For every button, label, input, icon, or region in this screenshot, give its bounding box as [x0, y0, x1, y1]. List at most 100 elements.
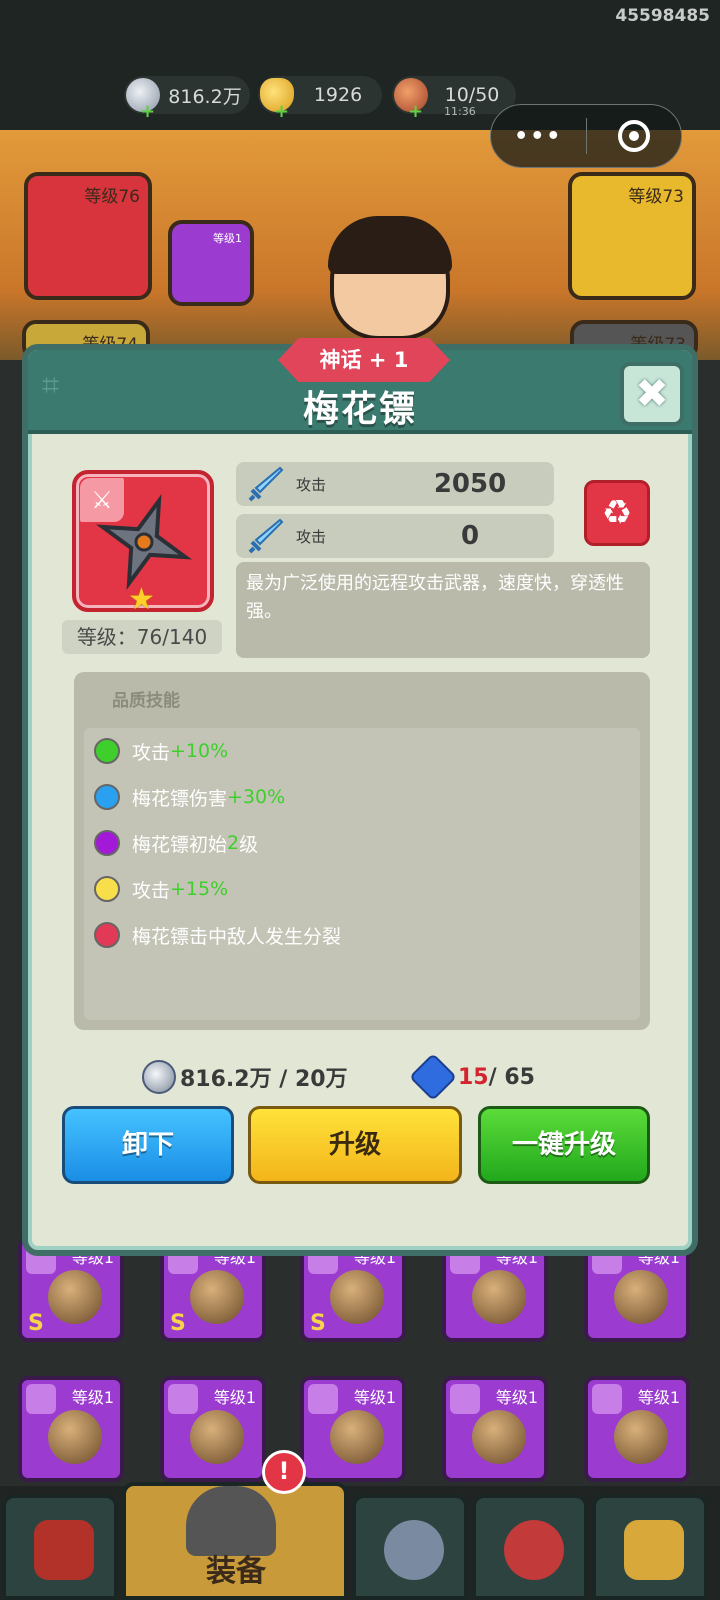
user-id: 45598485 — [615, 6, 710, 26]
weapon-slot[interactable]: 等级76 — [24, 172, 152, 300]
stat-value: 2050 — [433, 469, 507, 499]
item-title: 梅花镖 — [302, 389, 417, 430]
gem-cost-need: / 65 — [488, 1064, 535, 1090]
skill-text: 攻击 — [132, 741, 171, 764]
inventory-item-level: 等级1 — [495, 1388, 538, 1407]
inventory-item-level: 等级1 — [213, 1388, 256, 1407]
skill-dot-icon — [94, 830, 120, 856]
grade-badge: S — [28, 1311, 44, 1336]
shield-icon — [384, 1520, 444, 1580]
gold-plus-icon[interactable]: + — [274, 101, 289, 122]
skill-bonus: 2 — [227, 832, 240, 854]
skill-bonus: +15% — [170, 878, 229, 900]
skill-dot-icon — [94, 738, 120, 764]
miniprogram-capsule: ••• — [490, 104, 682, 168]
inventory-item[interactable]: 等级1 — [442, 1376, 548, 1482]
gold-value: 1926 — [313, 84, 363, 106]
grade-badge: S — [310, 1311, 326, 1336]
target-icon — [617, 120, 650, 152]
recycle-button[interactable]: ♻ — [584, 480, 650, 546]
item-icon-frame: ⚔ ★ — [72, 470, 214, 617]
tab-skills[interactable] — [352, 1494, 468, 1600]
skill-item: 梅花镖击中敌人发生分裂 — [94, 920, 341, 950]
tab-shop[interactable] — [2, 1494, 118, 1600]
equipment-icon — [330, 1270, 384, 1324]
skill-dot-icon — [94, 784, 120, 810]
equipment-icon — [190, 1410, 244, 1464]
close-button[interactable]: ✖ — [620, 362, 684, 426]
tab-equipment[interactable]: 装备 — [122, 1482, 348, 1600]
quality-skills-panel: 品质技能 攻击 +10% 梅花镖伤害 +30% 梅花镖初始 2 级攻击 +15% 梅花镖击中敌人… — [74, 672, 650, 1030]
skill-bonus: +10% — [170, 740, 229, 762]
skill-text: 梅花镖伤害 — [132, 787, 228, 810]
pet-slot[interactable]: 等级1 — [168, 220, 254, 306]
stamina-timer: 11:36 — [444, 105, 476, 118]
armor-slot[interactable]: 等级73 — [568, 172, 696, 300]
inventory-item-level: 等级1 — [637, 1388, 680, 1407]
silver-value: 816.2万 — [168, 85, 242, 108]
tab-equipment-label: 装备 — [206, 1554, 266, 1589]
stamina-counter[interactable]: 10/50 11:36 + — [392, 76, 516, 122]
gem-cost: 15 / 65 — [408, 1052, 535, 1102]
tab-pets[interactable] — [472, 1494, 588, 1600]
inventory-item[interactable]: 等级1 — [18, 1376, 124, 1482]
item-detail-modal: ⌗ 梅花镖 ✖ 神话 + 1 ⚔ ★ 等级：76/140 攻击 2050 攻击 … — [22, 338, 698, 1256]
skill-bonus: +30% — [227, 786, 286, 808]
inventory-item[interactable]: 等级1 — [160, 1376, 266, 1482]
bottom-nav: 装备 — [0, 1482, 720, 1600]
silver-cost-value: 816.2万 / 20万 — [180, 1067, 348, 1092]
sword-icon — [236, 514, 296, 558]
equipment-icon — [190, 1270, 244, 1324]
inventory-item-level: 等级1 — [353, 1388, 396, 1407]
skill-dot-icon — [94, 876, 120, 902]
one-click-upgrade-button[interactable]: 一键升级 — [478, 1106, 650, 1184]
item-level: 等级：76/140 — [62, 620, 222, 654]
gold-counter[interactable]: 1926 + — [258, 76, 382, 122]
item-type-icon — [592, 1384, 622, 1414]
stat-label: 攻击 — [296, 527, 327, 546]
inventory-item[interactable]: 等级1 — [300, 1376, 406, 1482]
item-type-icon — [450, 1384, 480, 1414]
stat-row: 攻击 2050 — [236, 462, 554, 506]
armor-slot-level: 等级73 — [628, 187, 684, 207]
inventory-item[interactable]: 等级1 — [584, 1376, 690, 1482]
silver-counter[interactable]: 816.2万 + — [124, 76, 250, 122]
stamina-plus-icon[interactable]: + — [408, 101, 423, 122]
item-type-icon — [168, 1384, 198, 1414]
silver-plus-icon[interactable]: + — [140, 101, 155, 122]
gate-icon — [34, 1520, 94, 1580]
skill-text: 梅花镖初始 — [132, 833, 228, 856]
more-menu-button[interactable]: ••• — [491, 124, 586, 149]
inventory-item-level: 等级1 — [71, 1388, 114, 1407]
skill-text: 攻击 — [132, 879, 171, 902]
shuriken-icon — [95, 493, 193, 591]
skill-suffix: 级 — [239, 833, 259, 856]
fist-icon — [624, 1520, 684, 1580]
item-description: 最为广泛使用的远程攻击武器，速度快，穿透性强。 — [236, 562, 650, 658]
tab-upgrade[interactable] — [592, 1494, 708, 1600]
skill-item: 攻击 +15% — [94, 874, 228, 904]
rooster-icon — [504, 1520, 564, 1580]
stat-value: 0 — [460, 521, 480, 551]
hero-avatar — [328, 216, 452, 340]
upgrade-button[interactable]: 升级 — [248, 1106, 462, 1184]
silver-cost: 816.2万 / 20万 — [142, 1060, 348, 1094]
equipment-icon — [330, 1410, 384, 1464]
sword-icon — [236, 462, 296, 506]
equipment-icon — [472, 1410, 526, 1464]
blue-gem-icon — [408, 1052, 458, 1102]
skill-text: 梅花镖击中敌人发生分裂 — [132, 925, 342, 948]
skill-dot-icon — [94, 922, 120, 948]
unequip-button[interactable]: 卸下 — [62, 1106, 234, 1184]
gem-cost-have: 15 — [458, 1064, 489, 1090]
close-miniprogram-button[interactable] — [587, 120, 682, 152]
skills-list: 攻击 +10% 梅花镖伤害 +30% 梅花镖初始 2 级攻击 +15% 梅花镖击中敌人发生分裂 — [84, 728, 640, 1020]
item-type-icon — [308, 1384, 338, 1414]
rank-badge: 神话 + 1 — [278, 338, 450, 382]
item-type-icon — [26, 1384, 56, 1414]
alert-badge: ! — [262, 1450, 306, 1494]
equipment-icon — [472, 1270, 526, 1324]
equipment-icon — [48, 1270, 102, 1324]
star-icon: ★ — [128, 582, 155, 617]
stamina-value: 10/50 — [444, 84, 500, 106]
